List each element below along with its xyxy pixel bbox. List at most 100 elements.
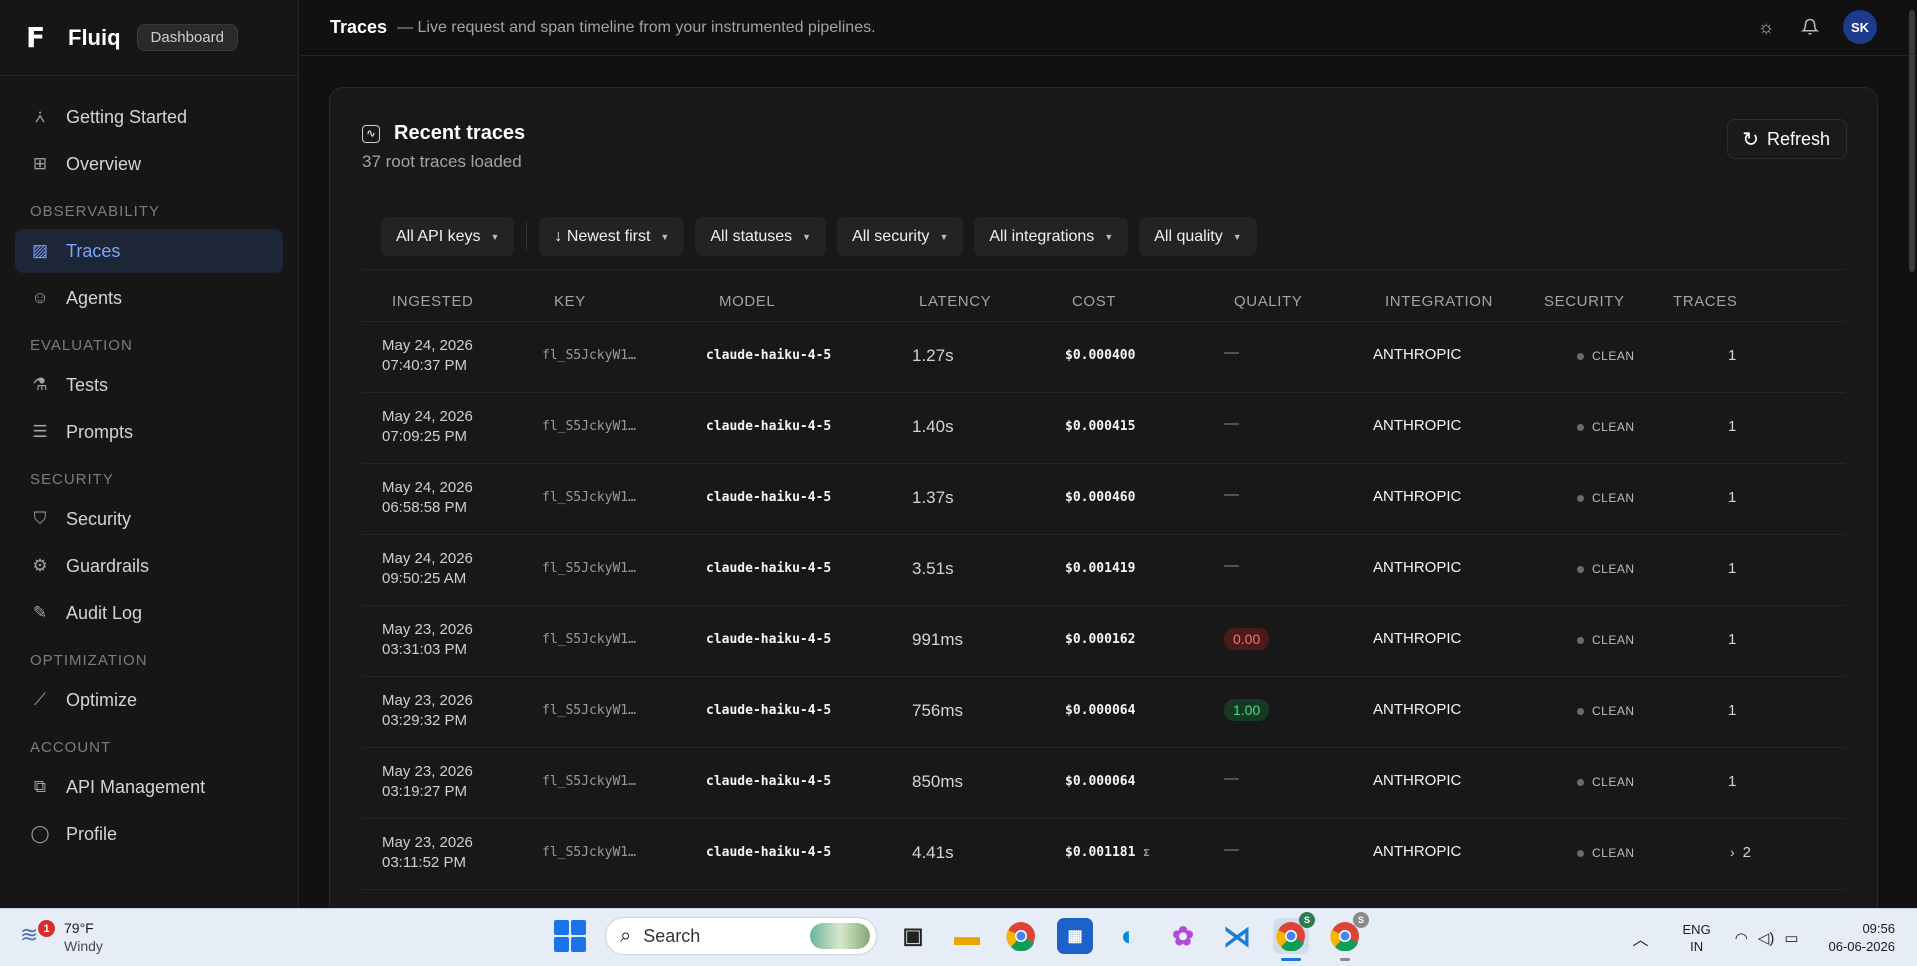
filter-dropdown[interactable]: ↓ Newest first ▼ <box>539 217 685 256</box>
page-title: Traces <box>330 17 388 37</box>
column-header-cost[interactable]: COST <box>1072 293 1116 310</box>
sidebar-nav: ⩑ Getting Started ⊞ Overview OBSERVABILITY ▨ T… <box>0 76 298 856</box>
sidebar-item-label: Guardrails <box>66 555 150 576</box>
rocket-icon: ⩑ <box>34 107 46 126</box>
theme-sun-icon[interactable]: ☼ <box>1755 16 1777 38</box>
table-row[interactable]: May 24, 2026 07:09:25 PM fl_S5JckyW1… cl… <box>362 393 1845 464</box>
table-row[interactable]: May 23, 2026 03:19:27 PM fl_S5JckyW1… cl… <box>362 748 1845 819</box>
language-indicator[interactable]: ENG IN <box>1683 921 1711 955</box>
microsoft-store-icon[interactable]: ▦ <box>1057 918 1093 954</box>
sidebar-item-agents[interactable]: ☺ Agents <box>15 276 283 320</box>
ingested-date: May 23, 2026 <box>382 692 473 709</box>
ingested-time: 03:19:27 PM <box>382 783 468 800</box>
sidebar-item-tests[interactable]: ⚗ Tests <box>15 363 283 407</box>
column-header-traces[interactable]: TRACES <box>1673 293 1737 310</box>
table-row[interactable]: May 24, 2026 09:50:25 AM fl_S5JckyW1… cl… <box>362 535 1845 606</box>
table-row[interactable]: May 24, 2026 07:40:37 PM fl_S5JckyW1… cl… <box>362 322 1845 393</box>
column-header-model[interactable]: MODEL <box>719 293 775 310</box>
sidebar-item-label: Prompts <box>66 421 134 442</box>
key-cell: fl_S5JckyW1… <box>542 561 636 576</box>
prompt-icon: ☰ <box>32 422 48 441</box>
chevron-right-icon[interactable]: › <box>1730 844 1735 860</box>
column-header-integration[interactable]: INTEGRATION <box>1385 293 1493 310</box>
sidebar-item-label: Getting Started <box>66 106 188 127</box>
sidebar-item-overview[interactable]: ⊞ Overview <box>15 142 283 186</box>
ingested-time: 09:50:25 AM <box>382 570 467 587</box>
page-scrollbar[interactable] <box>1909 10 1915 272</box>
region-code: IN <box>1690 939 1704 954</box>
column-header-security[interactable]: SECURITY <box>1544 293 1625 310</box>
chrome-profile-2-icon[interactable]: S <box>1327 912 1369 961</box>
task-view-icon[interactable]: ▣ <box>895 918 931 954</box>
clock[interactable]: 09:56 06-06-2026 <box>1829 920 1896 956</box>
table-row[interactable]: May 23, 2026 03:11:52 PM fl_S5JckyW1… cl… <box>362 819 1845 890</box>
quick-settings[interactable]: ◠ ◁) ▭ <box>1735 929 1799 947</box>
filter-dropdown[interactable]: All API keys ▼ <box>381 217 515 256</box>
file-explorer-icon[interactable]: ▬ <box>949 918 985 954</box>
traces-count-value: 1 <box>1728 631 1737 648</box>
latency-cell: 991ms <box>912 630 964 649</box>
cost-value: $0.000162 <box>1065 632 1136 647</box>
vscode-icon[interactable]: ⋊ <box>1219 918 1255 954</box>
caret-down-icon: ▼ <box>1232 231 1242 242</box>
table-row[interactable]: May 23, 2026 03:31:03 PM fl_S5JckyW1… cl… <box>362 606 1845 677</box>
copilot-icon[interactable]: ✿ <box>1165 918 1201 954</box>
filter-dropdown[interactable]: All statuses ▼ <box>695 217 827 256</box>
quality-cell: — <box>1224 770 1239 787</box>
integration-cell: ANTHROPIC <box>1373 559 1462 576</box>
edge-icon[interactable]: ◐ <box>1111 918 1147 954</box>
sidebar-item-prompts[interactable]: ☰ Prompts <box>15 410 283 454</box>
user-avatar[interactable]: SK <box>1843 10 1877 44</box>
ingested-cell: May 24, 2026 07:40:37 PM <box>382 336 473 376</box>
security-status: CLEAN <box>1592 704 1635 718</box>
security-cell: CLEAN <box>1577 562 1635 576</box>
table-row[interactable]: May 23, 2026 03:29:32 PM fl_S5JckyW1… cl… <box>362 677 1845 748</box>
quality-empty: — <box>1224 415 1239 432</box>
cost-cell: $0.000162 <box>1065 632 1135 647</box>
profile-badge: S <box>1353 912 1369 928</box>
key-cell: fl_S5JckyW1… <box>542 774 636 789</box>
sidebar-item-audit-log[interactable]: ✎ Audit Log <box>15 591 283 635</box>
sidebar-item-getting-started[interactable]: ⩑ Getting Started <box>15 95 283 139</box>
cost-cell: $0.001419 <box>1065 561 1135 576</box>
column-header-quality[interactable]: QUALITY <box>1234 293 1302 310</box>
column-header-latency[interactable]: LATENCY <box>919 293 991 310</box>
traces-cell: 1 <box>1728 418 1736 435</box>
taskbar-search[interactable]: ⌕ Search <box>605 917 877 955</box>
chrome-profile-s-icon[interactable]: S <box>1273 912 1315 961</box>
sidebar-item-security[interactable]: ⛉ Security <box>15 497 283 541</box>
filter-dropdown[interactable]: All integrations ▼ <box>974 217 1129 256</box>
column-header-key[interactable]: KEY <box>554 293 586 310</box>
traces-cell: 1 <box>1728 631 1736 648</box>
show-hidden-icons-icon[interactable]: ︿ <box>1633 926 1649 950</box>
refresh-button[interactable]: ↻ Refresh <box>1727 119 1847 159</box>
page-subtitle: — Live request and span timeline from yo… <box>397 18 876 36</box>
sidebar-item-api-management[interactable]: ⧉ API Management <box>15 765 283 809</box>
filter-dropdown[interactable]: All quality ▼ <box>1139 217 1257 256</box>
sidebar-item-traces[interactable]: ▨ Traces <box>15 229 283 273</box>
weather-widget[interactable]: ≋ 1 79°F Windy <box>20 919 103 955</box>
key-cell: fl_S5JckyW1… <box>542 632 636 647</box>
sidebar-item-profile[interactable]: ◯ Profile <box>15 812 283 856</box>
cost-cell: $0.001181 Σ <box>1065 845 1149 860</box>
bell-icon[interactable] <box>1799 16 1821 38</box>
fluiq-logo-icon[interactable]: F <box>26 23 54 52</box>
table-row[interactable]: May 24, 2026 06:58:58 PM fl_S5JckyW1… cl… <box>362 464 1845 535</box>
windows-start-icon[interactable] <box>553 919 587 953</box>
nav-section-label: EVALUATION <box>30 337 133 354</box>
shield-icon: ⛉ <box>33 509 47 528</box>
column-header-ingested[interactable]: INGESTED <box>392 293 473 310</box>
filter-label: ↓ Newest first <box>554 227 651 245</box>
caret-down-icon: ▼ <box>660 231 670 242</box>
cost-value: $0.000400 <box>1065 348 1136 363</box>
volume-icon: ◁) <box>1757 930 1775 947</box>
status-dot-icon <box>1577 778 1584 786</box>
filter-dropdown[interactable]: All security ▼ <box>837 217 964 256</box>
nav-section-label: ACCOUNT <box>30 739 112 756</box>
brand-name[interactable]: Fluiq <box>68 25 121 51</box>
sidebar-item-optimize[interactable]: ⟋ Optimize <box>15 678 283 722</box>
security-cell: CLEAN <box>1577 420 1635 434</box>
sidebar-item-guardrails[interactable]: ⚙ Guardrails <box>15 544 283 588</box>
chrome-icon[interactable] <box>1003 918 1039 954</box>
wand-icon: ⟋ <box>34 690 46 709</box>
